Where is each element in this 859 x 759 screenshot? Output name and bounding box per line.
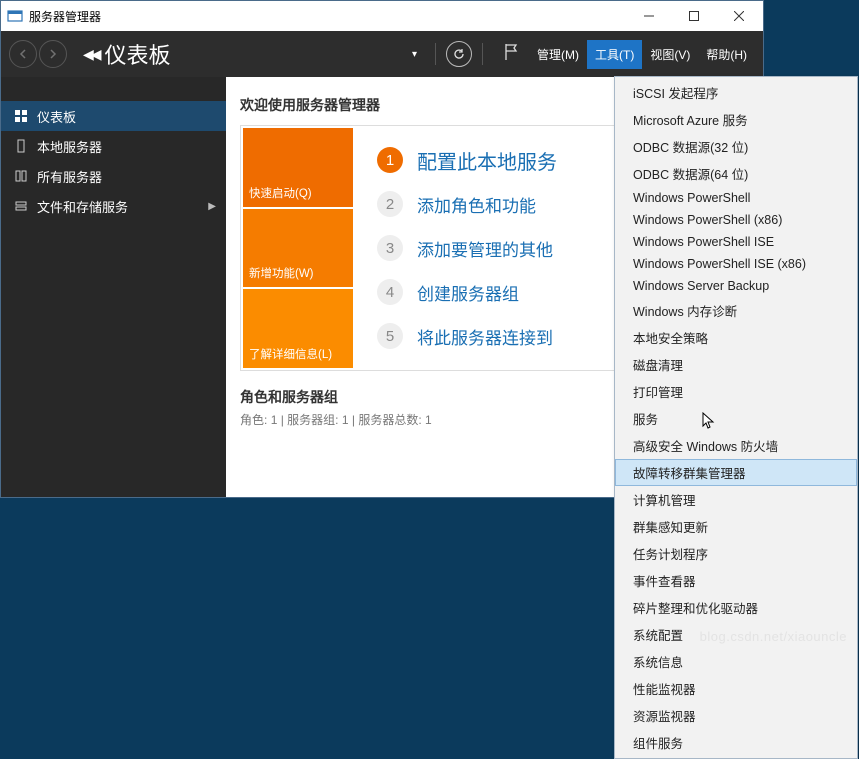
server-icon <box>13 139 29 153</box>
tools-menu-item[interactable]: 组件服务 <box>615 729 857 756</box>
sidebar-item-all-servers[interactable]: 所有服务器 <box>1 161 226 191</box>
tools-menu-item[interactable]: 系统信息 <box>615 648 857 675</box>
tools-menu-item[interactable]: 任务计划程序 <box>615 540 857 567</box>
breadcrumb: ◀◀ 仪表板 <box>83 38 404 70</box>
sidebar-item-dashboard[interactable]: 仪表板 <box>1 101 226 131</box>
tools-menu-item[interactable]: ODBC 数据源(32 位) <box>615 133 857 160</box>
sidebar-item-label: 本地服务器 <box>37 137 102 156</box>
tools-menu-item[interactable]: Windows 内存诊断 <box>615 297 857 324</box>
whatsnew-link[interactable]: 新增功能(W) <box>243 208 353 289</box>
maximize-button[interactable] <box>671 2 716 31</box>
step-label: 创建服务器组 <box>417 280 519 305</box>
tools-menu-item[interactable]: 本地安全策略 <box>615 324 857 351</box>
tools-menu-item[interactable]: 计算机管理 <box>615 486 857 513</box>
forward-button[interactable] <box>39 40 67 68</box>
tools-menu-item[interactable]: iSCSI 发起程序 <box>615 79 857 106</box>
topbar: ◀◀ 仪表板 ▾ 管理(M) 工具(T) 视图(V) 帮助(H) <box>1 31 763 77</box>
tools-menu-item[interactable]: 磁盘清理 <box>615 351 857 378</box>
tools-menu-item[interactable]: Microsoft Azure 服务 <box>615 106 857 133</box>
titlebar: 服务器管理器 <box>1 1 763 31</box>
sidebar-item-label: 仪表板 <box>37 107 76 126</box>
tools-menu-item[interactable]: 服务 <box>615 405 857 432</box>
quick-links-column: 快速启动(Q) 新增功能(W) 了解详细信息(L) <box>243 128 353 368</box>
tools-menu-item[interactable]: 资源监视器 <box>615 702 857 729</box>
learnmore-link[interactable]: 了解详细信息(L) <box>243 288 353 368</box>
refresh-button[interactable] <box>446 41 472 67</box>
notifications-flag-icon[interactable] <box>503 43 519 66</box>
sidebar-item-label: 文件和存储服务 <box>37 197 128 216</box>
tools-menu-item[interactable]: 群集感知更新 <box>615 513 857 540</box>
divider <box>482 43 483 65</box>
step-label: 添加角色和功能 <box>417 192 536 217</box>
page-title: 仪表板 <box>105 38 171 70</box>
tools-menu-item[interactable]: Windows PowerShell ISE (x86) <box>615 253 857 275</box>
sidebar-item-file-storage[interactable]: 文件和存储服务 ▶ <box>1 191 226 221</box>
tools-menu-item[interactable]: 碎片整理和优化驱动器 <box>615 594 857 621</box>
dashboard-icon <box>13 109 29 123</box>
tools-menu-item[interactable]: 性能监视器 <box>615 675 857 702</box>
chevron-right-icon: ▶ <box>208 201 216 212</box>
minimize-button[interactable] <box>626 2 671 31</box>
back-button[interactable] <box>9 40 37 68</box>
breadcrumb-chevrons-icon: ◀◀ <box>83 46 99 63</box>
step-number: 5 <box>377 323 403 349</box>
divider <box>435 43 436 65</box>
menu-manage[interactable]: 管理(M) <box>529 40 587 69</box>
tools-menu-item[interactable]: Windows Server Backup <box>615 275 857 297</box>
tools-dropdown-menu: iSCSI 发起程序Microsoft Azure 服务ODBC 数据源(32 … <box>614 76 858 759</box>
watermark: blog.csdn.net/xiaouncle <box>700 629 847 644</box>
step-label: 将此服务器连接到 <box>417 324 553 349</box>
menu-tools[interactable]: 工具(T) <box>587 40 642 69</box>
tools-menu-item[interactable]: 高级安全 Windows 防火墙 <box>615 432 857 459</box>
app-icon <box>7 8 23 24</box>
mouse-cursor-icon <box>702 412 716 435</box>
tools-menu-item[interactable]: ODBC 数据源(64 位) <box>615 160 857 187</box>
step-number: 4 <box>377 279 403 305</box>
tools-menu-item[interactable]: 打印管理 <box>615 378 857 405</box>
step-label: 配置此本地服务 <box>417 146 557 175</box>
close-button[interactable] <box>716 2 761 31</box>
step-label: 添加要管理的其他 <box>417 236 553 261</box>
step-number: 3 <box>377 235 403 261</box>
tools-menu-item[interactable]: Windows PowerShell ISE <box>615 231 857 253</box>
servers-icon <box>13 169 29 183</box>
breadcrumb-dropdown-icon[interactable]: ▾ <box>412 49 417 60</box>
step-number: 1 <box>377 147 403 173</box>
sidebar-item-local-server[interactable]: 本地服务器 <box>1 131 226 161</box>
sidebar-item-label: 所有服务器 <box>37 167 102 186</box>
sidebar: 仪表板 本地服务器 所有服务器 文件和存储服务 ▶ <box>1 77 226 497</box>
tools-menu-item[interactable]: 故障转移群集管理器 <box>615 459 857 486</box>
tools-menu-item[interactable]: 事件查看器 <box>615 567 857 594</box>
menu-help[interactable]: 帮助(H) <box>698 40 755 69</box>
window-title: 服务器管理器 <box>29 8 626 25</box>
step-number: 2 <box>377 191 403 217</box>
tools-menu-item[interactable]: Windows PowerShell (x86) <box>615 209 857 231</box>
quickstart-link[interactable]: 快速启动(Q) <box>243 128 353 208</box>
menu-view[interactable]: 视图(V) <box>642 40 698 69</box>
tools-menu-item[interactable]: Windows PowerShell <box>615 187 857 209</box>
storage-icon <box>13 199 29 213</box>
